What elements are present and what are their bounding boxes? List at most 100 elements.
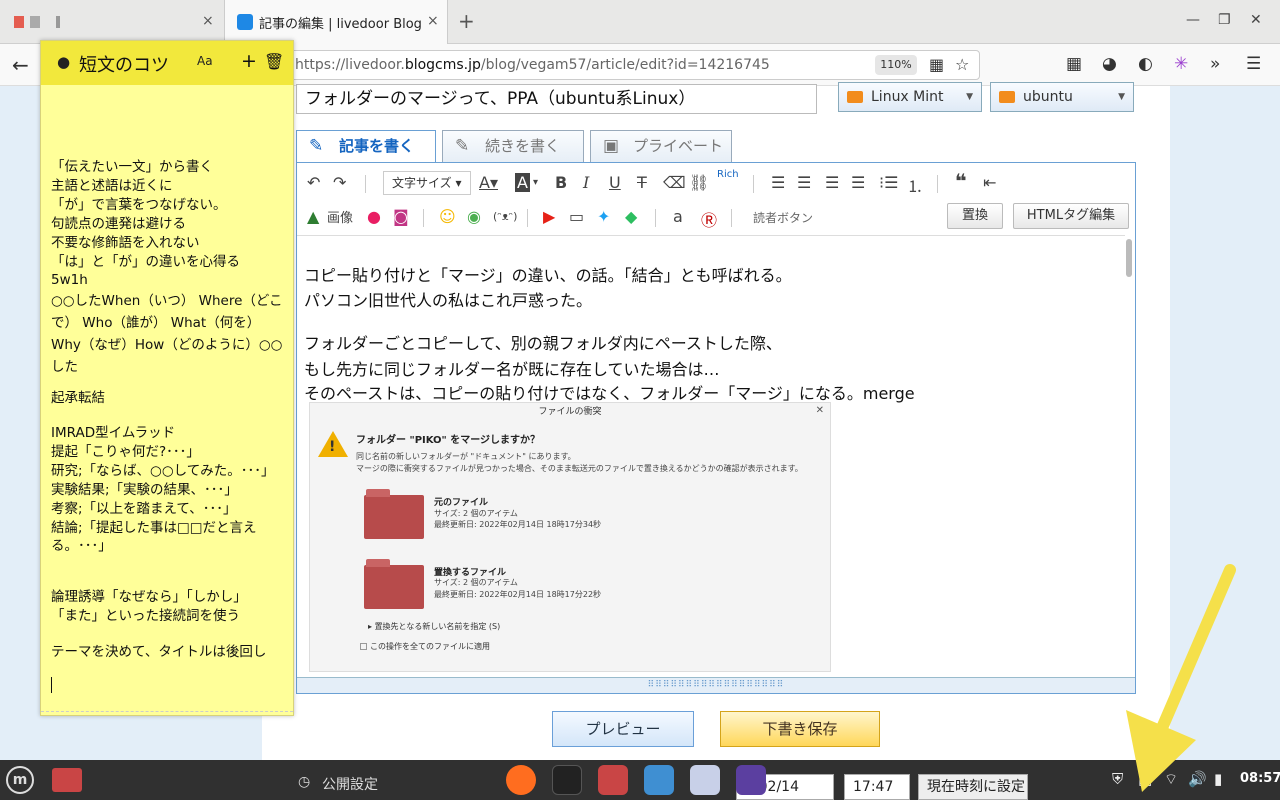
- redo-icon[interactable]: ↷: [333, 173, 346, 192]
- italic-icon[interactable]: I: [583, 173, 589, 192]
- close-icon[interactable]: ×: [427, 13, 439, 29]
- separator: [937, 175, 938, 193]
- firefox-icon[interactable]: [506, 765, 536, 795]
- note-header[interactable]: ● 短文のコツ Aa + 🗑: [41, 41, 293, 85]
- note-line: 「は」と「が」の違いを心得る: [51, 254, 240, 270]
- minimize-icon[interactable]: —: [1186, 12, 1200, 28]
- preview-button[interactable]: プレビュー: [552, 711, 694, 747]
- tab-active[interactable]: 記事の編集 | livedoor Blog ×: [224, 0, 448, 44]
- url-bar[interactable]: https://livedoor.blogcms.jp/blog/vegam57…: [284, 50, 980, 80]
- align-right-icon[interactable]: ☰: [825, 173, 839, 192]
- trash-icon[interactable]: 🗑: [264, 52, 284, 71]
- category-select-2[interactable]: ubuntu ▼: [990, 82, 1134, 112]
- align-center-icon[interactable]: ☰: [797, 173, 811, 192]
- sticky-note[interactable]: ● 短文のコツ Aa + 🗑 「伝えたい一文」から書く 主語と述語は近くに 「が…: [40, 40, 294, 716]
- niconico-icon[interactable]: ▭: [569, 207, 584, 226]
- twitter-icon[interactable]: ✦: [597, 207, 610, 226]
- sticker-icon[interactable]: ◉: [467, 207, 481, 226]
- rakuten-icon[interactable]: Ⓡ: [701, 207, 717, 231]
- bullet-list-icon[interactable]: ⁝☰: [879, 173, 898, 192]
- mint-menu-icon[interactable]: m: [6, 766, 34, 794]
- tab-continue[interactable]: ✎ 続きを書く: [442, 130, 584, 163]
- scrollbar-thumb[interactable]: [1126, 239, 1132, 277]
- html-edit-button[interactable]: HTMLタグ編集: [1013, 203, 1129, 229]
- paragraph: コピー貼り付けと「マージ」の違い、の話。「結合」とも呼ばれる。: [304, 266, 792, 285]
- blockquote-icon[interactable]: ❝: [955, 169, 967, 193]
- bold-icon[interactable]: B: [555, 173, 567, 192]
- dialog-text: 同じ名前の新しいフォルダーが "ドキュメント" にあります。: [356, 452, 576, 461]
- image-label[interactable]: 画像: [327, 207, 353, 226]
- outdent-icon[interactable]: ⇤: [983, 173, 996, 192]
- firefox-dev-icon[interactable]: [736, 765, 766, 795]
- set-now-button[interactable]: 現在時刻に設定: [918, 774, 1028, 800]
- emoticon-icon[interactable]: (ᵔᴥᵔ): [493, 210, 517, 223]
- drop-icon[interactable]: ●: [57, 53, 70, 71]
- tab-favicon: [30, 16, 40, 28]
- file-date: 最終更新日: 2022年02月14日 18時17分22秒: [434, 590, 602, 599]
- font-size-select[interactable]: 文字サイズ ▾: [383, 171, 471, 195]
- close-icon[interactable]: ×: [202, 13, 214, 29]
- close-window-icon[interactable]: ✕: [1250, 12, 1262, 28]
- font-icon[interactable]: Aa: [197, 54, 213, 68]
- paragraph: そのペーストは、コピーの貼り付けではなく、フォルダー「マージ」になる。merge: [304, 384, 915, 403]
- tab-inactive[interactable]: ×: [0, 0, 224, 44]
- replace-button[interactable]: 置換: [947, 203, 1003, 229]
- time-input[interactable]: 17:47: [844, 774, 910, 800]
- link-icon[interactable]: ⛓: [689, 173, 709, 192]
- image-icon[interactable]: ▲: [307, 207, 319, 226]
- align-justify-icon[interactable]: ☰: [851, 173, 865, 192]
- amazon-icon[interactable]: a: [673, 207, 683, 226]
- article-title-input[interactable]: フォルダーのマージって、PPA（ubuntu系Linux）: [296, 84, 817, 114]
- chevron-down-icon[interactable]: ▾: [533, 177, 538, 188]
- terminal-icon[interactable]: [552, 765, 582, 795]
- zoom-level[interactable]: 110%: [875, 55, 917, 75]
- clear-format-icon[interactable]: ⌫: [663, 173, 686, 192]
- files-icon[interactable]: [598, 765, 628, 795]
- clock-icon: ◷: [298, 774, 311, 790]
- reader-button[interactable]: 読者ボタン: [753, 209, 813, 226]
- text-editor-icon[interactable]: [690, 765, 720, 795]
- camera-icon[interactable]: [644, 765, 674, 795]
- note-line: 考察;「以上を踏まえて、･･･」: [51, 501, 237, 517]
- maximize-icon[interactable]: ❐: [1218, 12, 1231, 28]
- files-folder-icon[interactable]: [52, 768, 82, 792]
- tab-write-article[interactable]: ✎ 記事を書く: [296, 130, 436, 163]
- separator: [423, 209, 424, 227]
- note-title[interactable]: 短文のコツ: [79, 51, 169, 77]
- extensions-grid-icon[interactable]: ▦: [1066, 54, 1082, 74]
- tab-favicon: [56, 16, 60, 28]
- flickr-icon[interactable]: ●: [367, 207, 381, 226]
- new-tab-button[interactable]: +: [458, 9, 475, 33]
- emoji-icon[interactable]: ☺: [439, 207, 456, 226]
- extension-snowflake-icon[interactable]: ✳: [1174, 54, 1188, 74]
- editor-toolbar-row-2: ▲ 画像 ● ◙ ☺ ◉ (ᵔᴥᵔ) ▶ ▭ ✦ ◆ a Ⓡ 読者ボタン 置換 …: [297, 199, 1135, 235]
- instagram-icon[interactable]: ◙: [393, 207, 409, 226]
- text-color-icon[interactable]: A▾: [479, 173, 498, 192]
- menu-icon[interactable]: ☰: [1246, 54, 1261, 74]
- clock-extension-icon[interactable]: ◕: [1102, 54, 1117, 74]
- tab-private[interactable]: ▣ プライベート: [590, 130, 732, 163]
- bookmark-star-icon[interactable]: ☆: [955, 55, 969, 74]
- youtube-icon[interactable]: ▶: [543, 207, 555, 226]
- extension-icon[interactable]: ◐: [1138, 54, 1153, 74]
- chevron-down-icon: ▼: [1118, 92, 1125, 102]
- editor-content[interactable]: コピー貼り付けと「マージ」の違い、の話。「結合」とも呼ばれる。 パソコン旧世代人…: [297, 235, 1125, 677]
- editor-resize-handle[interactable]: ⠿⠿⠿⠿⠿⠿⠿⠿⠿⠿⠿⠿⠿⠿⠿⠿⠿⠿: [297, 677, 1135, 693]
- back-arrow-icon[interactable]: ←: [12, 53, 29, 77]
- evernote-icon[interactable]: ◆: [625, 207, 637, 226]
- rich-link-icon[interactable]: Rich: [717, 169, 739, 180]
- save-draft-button[interactable]: 下書き保存: [720, 711, 880, 747]
- folder-icon: [847, 91, 863, 103]
- add-icon[interactable]: +: [241, 50, 257, 72]
- numbered-list-icon[interactable]: ⒈: [907, 173, 923, 197]
- qr-icon[interactable]: ▦: [929, 55, 944, 74]
- strikethrough-icon[interactable]: T: [637, 173, 647, 192]
- category-select-1[interactable]: Linux Mint ▼: [838, 82, 982, 112]
- undo-icon[interactable]: ↶: [307, 173, 320, 192]
- overflow-chevron-icon[interactable]: »: [1210, 54, 1220, 74]
- underline-icon[interactable]: U: [609, 173, 621, 192]
- edit-icon: ✎: [309, 136, 324, 156]
- align-left-icon[interactable]: ☰: [771, 173, 785, 192]
- bg-color-icon[interactable]: A: [515, 173, 530, 192]
- tab-title: 記事の編集 | livedoor Blog: [259, 17, 422, 32]
